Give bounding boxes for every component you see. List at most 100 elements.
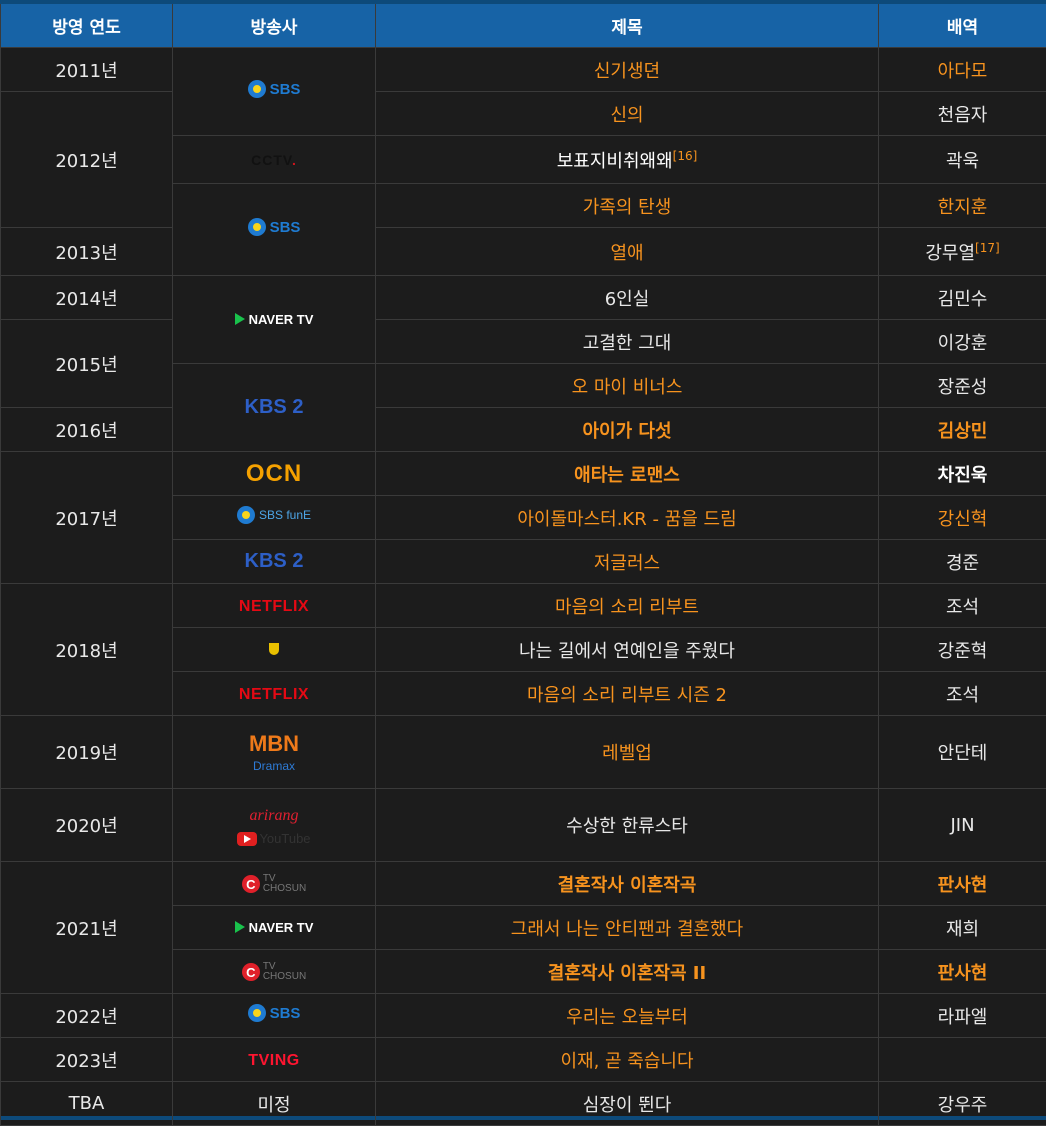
role-link[interactable]: 판사현 — [879, 950, 1046, 994]
netflix-logo[interactable]: NETFLIX — [239, 598, 309, 615]
table-row: 2020년 arirang YouTube 수상한 한류스타 JIN — [1, 789, 1046, 862]
broadcaster-cell: NAVER TV — [173, 276, 376, 364]
tv-chosun-logo[interactable]: C TVCHOSUN — [242, 962, 306, 982]
naver-tv-logo[interactable]: NAVER TV — [235, 920, 314, 935]
role-link[interactable]: 한지훈 — [879, 184, 1046, 228]
broadcaster-cell: NETFLIX — [173, 672, 376, 716]
naver-tv-logo[interactable]: NAVER TV — [235, 312, 314, 327]
title-link[interactable]: 레벨업 — [376, 716, 879, 789]
title-link[interactable]: 가족의 탄생 — [376, 184, 879, 228]
kbs2-logo[interactable]: KBS 2 — [245, 396, 304, 418]
title-link[interactable]: 그래서 나는 안티팬과 결혼했다 — [376, 906, 879, 950]
broadcaster-cell: C TVCHOSUN — [173, 950, 376, 994]
role-text: 이강훈 — [879, 320, 1046, 364]
title-link[interactable]: 열애 — [376, 228, 879, 276]
table-row: 2016년 아이가 다섯 김상민 — [1, 408, 1046, 452]
role-text: 곽욱 — [879, 136, 1046, 184]
title-text: 수상한 한류스타 — [376, 789, 879, 862]
title-link[interactable]: 우리는 오늘부터 — [376, 994, 879, 1038]
broadcaster-cell: KBS 2 — [173, 364, 376, 452]
table-row: 2023년 TVING 이재, 곧 죽습니다 — [1, 1038, 1046, 1082]
role-link[interactable]: 판사현 — [879, 862, 1046, 906]
title-link[interactable]: 신의 — [376, 92, 879, 136]
table-row: 2017년 OCN 애타는 로맨스 차진욱 — [1, 452, 1046, 496]
arirang-logo[interactable]: arirang — [250, 807, 299, 825]
netflix-logo[interactable]: NETFLIX — [239, 686, 309, 703]
year-cell: 2013년 — [1, 228, 173, 276]
tv-chosun-logo[interactable]: C TVCHOSUN — [242, 874, 306, 894]
broadcaster-cell: SBS — [173, 994, 376, 1038]
footnote-link[interactable]: [16] — [673, 149, 698, 163]
title-link[interactable]: 마음의 소리 리부트 — [376, 584, 879, 628]
header-year: 방영 연도 — [1, 4, 173, 48]
header-role: 배역 — [879, 4, 1046, 48]
broadcaster-cell: KBS 2 — [173, 540, 376, 584]
broadcaster-cell: OCN — [173, 452, 376, 496]
sbs-logo[interactable]: SBS — [248, 1004, 301, 1022]
naver-tv-logo-text: NAVER TV — [249, 920, 314, 935]
header-title: 제목 — [376, 4, 879, 48]
broadcaster-cell: SBS — [173, 48, 376, 136]
title-link[interactable]: 결혼작사 이혼작곡 II — [376, 950, 879, 994]
table-row: 2013년 열애 강무열[17] — [1, 228, 1046, 276]
footnote-link[interactable]: [17] — [975, 241, 1000, 255]
dramax-logo[interactable]: Dramax — [253, 759, 295, 773]
sbs-fune-logo-text: SBS funE — [259, 508, 311, 522]
title-text: 보표지비취왜왜[16] — [376, 136, 879, 184]
role-text: 재희 — [879, 906, 1046, 950]
table-row: 2021년 C TVCHOSUN 결혼작사 이혼작곡 판사현 — [1, 862, 1046, 906]
role-text: 강준혁 — [879, 628, 1046, 672]
broadcaster-cell — [173, 628, 376, 672]
title-link[interactable]: 애타는 로맨스 — [376, 452, 879, 496]
year-cell: 2014년 — [1, 276, 173, 320]
kbs2-logo[interactable]: KBS 2 — [245, 550, 304, 572]
title-link[interactable]: 저글러스 — [376, 540, 879, 584]
role-link[interactable]: 아다모 — [879, 48, 1046, 92]
table-row: 2019년 MBN Dramax 레벨업 안단테 — [1, 716, 1046, 789]
broadcaster-cell: NAVER TV — [173, 906, 376, 950]
year-cell: 2019년 — [1, 716, 173, 789]
sbs-logo-text: SBS — [270, 219, 301, 236]
year-cell: 2023년 — [1, 1038, 173, 1082]
table-row: 2014년 NAVER TV 6인실 김민수 — [1, 276, 1046, 320]
title-link[interactable]: 신기생뎐 — [376, 48, 879, 92]
title-link[interactable]: 아이돌마스터.KR - 꿈을 드림 — [376, 496, 879, 540]
filmography-table: 방영 연도 방송사 제목 배역 2011년 SBS 신기생뎐 아다모 2012년… — [0, 4, 1046, 1126]
broadcaster-cell: MBN Dramax — [173, 716, 376, 789]
year-cell: 2011년 — [1, 48, 173, 92]
title-text: 6인실 — [376, 276, 879, 320]
sbs-circle-icon — [237, 506, 255, 524]
title-link[interactable]: 결혼작사 이혼작곡 — [376, 862, 879, 906]
role-link[interactable]: 김상민 — [879, 408, 1046, 452]
role-text: 김민수 — [879, 276, 1046, 320]
role-text — [879, 1038, 1046, 1082]
sbs-logo[interactable]: SBS — [248, 80, 301, 98]
year-cell: 2016년 — [1, 408, 173, 452]
year-cell: 2020년 — [1, 789, 173, 862]
title-text: 고결한 그대 — [376, 320, 879, 364]
title-link[interactable]: 이재, 곧 죽습니다 — [376, 1038, 879, 1082]
sbs-logo-text: SBS — [270, 81, 301, 98]
year-cell: 2015년 — [1, 320, 173, 408]
sbs-fune-logo[interactable]: SBS funE — [237, 506, 311, 524]
youtube-logo[interactable]: YouTube — [237, 831, 310, 846]
tving-logo[interactable]: TVING — [248, 1052, 299, 1069]
tv-chosun-name-label: CHOSUN — [263, 883, 306, 894]
cctv-logo[interactable]: CCTV. — [251, 152, 297, 168]
title-link[interactable]: 아이가 다섯 — [376, 408, 879, 452]
role-text: 천음자 — [879, 92, 1046, 136]
role-link[interactable]: 강신혁 — [879, 496, 1046, 540]
cctv-logo-text: CCTV — [251, 152, 292, 168]
title-text: 심장이 뛴다 — [376, 1082, 879, 1126]
table-row: 2015년 고결한 그대 이강훈 — [1, 320, 1046, 364]
title-link[interactable]: 오 마이 비너스 — [376, 364, 879, 408]
trophy-icon[interactable] — [269, 643, 279, 655]
broadcaster-cell: SBS funE — [173, 496, 376, 540]
youtube-play-icon — [237, 832, 257, 846]
tv-chosun-logo-text: TVCHOSUN — [263, 962, 306, 982]
title-link[interactable]: 마음의 소리 리부트 시즌 2 — [376, 672, 879, 716]
role-text: 안단테 — [879, 716, 1046, 789]
ocn-logo[interactable]: OCN — [246, 460, 302, 487]
mbn-logo[interactable]: MBN — [249, 731, 299, 757]
sbs-logo[interactable]: SBS — [248, 218, 301, 236]
